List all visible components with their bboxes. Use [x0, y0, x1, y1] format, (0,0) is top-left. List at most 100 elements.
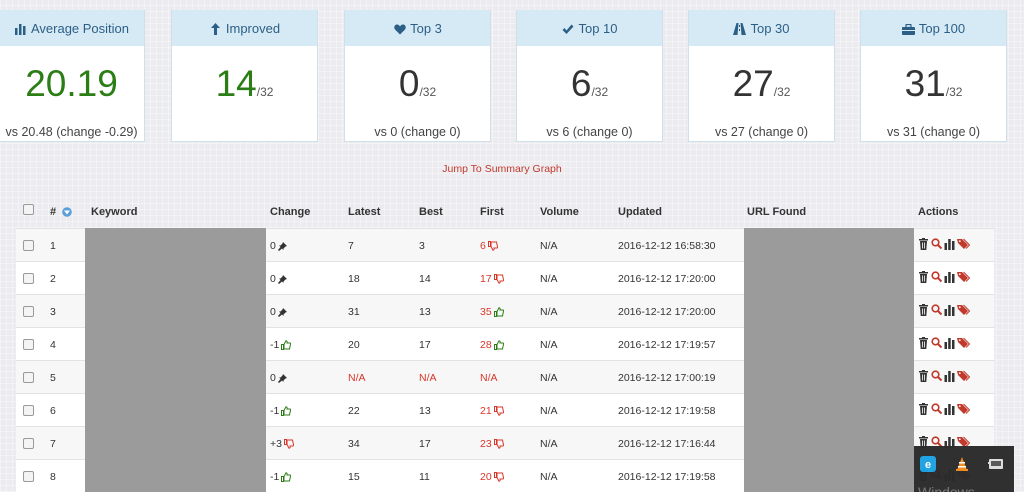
- trash-icon[interactable]: [918, 403, 929, 415]
- header-best[interactable]: Best: [419, 206, 443, 218]
- latest-cell: 31: [348, 306, 360, 318]
- best-cell: 13: [419, 405, 431, 417]
- trash-icon[interactable]: [918, 238, 929, 250]
- card-top-3: Top 3 0/32 vs 0 (change 0): [344, 10, 491, 142]
- header-num[interactable]: #: [50, 206, 73, 218]
- header-keyword[interactable]: Keyword: [91, 206, 137, 218]
- card-title: Average Position: [30, 20, 130, 36]
- header-url-found[interactable]: URL Found: [747, 206, 806, 218]
- card-value: 27/32: [732, 63, 791, 104]
- select-all-checkbox[interactable]: [23, 204, 34, 215]
- row-actions: [918, 403, 970, 415]
- windows-watermark: Windows: [918, 484, 975, 492]
- row-checkbox[interactable]: [23, 471, 34, 482]
- trash-icon[interactable]: [918, 271, 929, 283]
- row-number: 8: [50, 471, 56, 483]
- card-value: 31/32: [904, 63, 963, 104]
- search-icon[interactable]: [931, 238, 942, 250]
- change-cell: -1: [270, 328, 292, 362]
- updated-cell: 2016-12-12 17:20:00: [618, 306, 716, 318]
- row-checkbox[interactable]: [23, 372, 34, 383]
- stat-cards: Average Position 20.19 vs 20.48 (change …: [0, 10, 1024, 144]
- trash-icon[interactable]: [918, 304, 929, 316]
- pin-icon: [277, 373, 287, 383]
- row-actions: [918, 238, 970, 250]
- first-cell: 6: [480, 229, 498, 263]
- card-value: 0/32: [398, 63, 437, 104]
- sort-down-icon: [62, 207, 72, 217]
- card-title: Top 30: [750, 20, 790, 36]
- thumbs-down-icon: [493, 472, 504, 482]
- volume-cell: N/A: [540, 306, 558, 318]
- latest-cell: 22: [348, 405, 360, 417]
- pin-icon: [277, 241, 287, 251]
- row-number: 7: [50, 438, 56, 450]
- latest-cell: 34: [348, 438, 360, 450]
- tag-icon[interactable]: [957, 370, 970, 382]
- row-checkbox[interactable]: [23, 240, 34, 251]
- bar-chart-icon[interactable]: [944, 238, 955, 250]
- best-cell: 11: [419, 471, 430, 483]
- briefcase-icon: [901, 22, 915, 35]
- change-cell: +3: [270, 427, 294, 461]
- volume-cell: N/A: [540, 438, 558, 450]
- latest-cell: 20: [348, 339, 360, 351]
- best-cell: 17: [419, 438, 431, 450]
- pin-icon: [277, 274, 287, 284]
- tag-icon[interactable]: [957, 403, 970, 415]
- row-checkbox[interactable]: [23, 438, 34, 449]
- volume-cell: N/A: [540, 471, 558, 483]
- tag-icon[interactable]: [957, 271, 970, 283]
- tag-icon[interactable]: [957, 304, 970, 316]
- row-checkbox[interactable]: [23, 405, 34, 416]
- tag-icon[interactable]: [957, 337, 970, 349]
- header-volume[interactable]: Volume: [540, 206, 579, 218]
- volume-cell: N/A: [540, 273, 558, 285]
- search-icon[interactable]: [931, 370, 942, 382]
- bar-chart-icon[interactable]: [944, 370, 955, 382]
- first-cell: 20: [480, 460, 504, 492]
- header-updated[interactable]: Updated: [618, 206, 662, 218]
- header-actions: Actions: [918, 206, 959, 218]
- bar-chart-icon[interactable]: [944, 271, 955, 283]
- vlc-icon[interactable]: [954, 456, 970, 472]
- best-cell: 14: [419, 273, 431, 285]
- search-icon[interactable]: [931, 304, 942, 316]
- bar-chart-icon[interactable]: [944, 337, 955, 349]
- tag-icon[interactable]: [957, 238, 970, 250]
- bar-chart-icon[interactable]: [944, 304, 955, 316]
- thumbs-up-icon: [281, 472, 292, 483]
- pin-icon: [277, 307, 287, 317]
- header-first[interactable]: First: [480, 206, 504, 218]
- trash-icon[interactable]: [918, 370, 929, 382]
- latest-cell: N/A: [348, 372, 366, 384]
- row-checkbox[interactable]: [23, 306, 34, 317]
- updated-cell: 2016-12-12 17:19:57: [618, 339, 716, 351]
- updated-cell: 2016-12-12 17:20:00: [618, 273, 716, 285]
- header-change[interactable]: Change: [270, 206, 310, 218]
- updated-cell: 2016-12-12 17:00:19: [618, 372, 716, 384]
- row-number: 2: [50, 273, 56, 285]
- card-top-30: Top 30 27/32 vs 27 (change 0): [688, 10, 835, 142]
- best-cell: N/A: [419, 372, 437, 384]
- row-checkbox[interactable]: [23, 339, 34, 350]
- app-icon[interactable]: [988, 456, 1004, 472]
- search-icon[interactable]: [931, 337, 942, 349]
- trash-icon[interactable]: [918, 337, 929, 349]
- thumbs-up-icon: [281, 340, 292, 351]
- search-icon[interactable]: [931, 403, 942, 415]
- bar-chart-icon[interactable]: [944, 403, 955, 415]
- latest-cell: 18: [348, 273, 360, 285]
- thumbs-down-icon: [493, 406, 504, 416]
- road-icon: [733, 22, 747, 35]
- row-number: 5: [50, 372, 56, 384]
- updated-cell: 2016-12-12 17:19:58: [618, 405, 716, 417]
- row-actions: [918, 370, 970, 382]
- row-checkbox[interactable]: [23, 273, 34, 284]
- search-icon[interactable]: [931, 271, 942, 283]
- header-latest[interactable]: Latest: [348, 206, 380, 218]
- jump-to-summary-graph-link[interactable]: Jump To Summary Graph: [0, 163, 1004, 175]
- card-title: Improved: [225, 20, 281, 36]
- bar-chart-icon: [14, 22, 27, 35]
- ie-icon[interactable]: e: [920, 456, 936, 472]
